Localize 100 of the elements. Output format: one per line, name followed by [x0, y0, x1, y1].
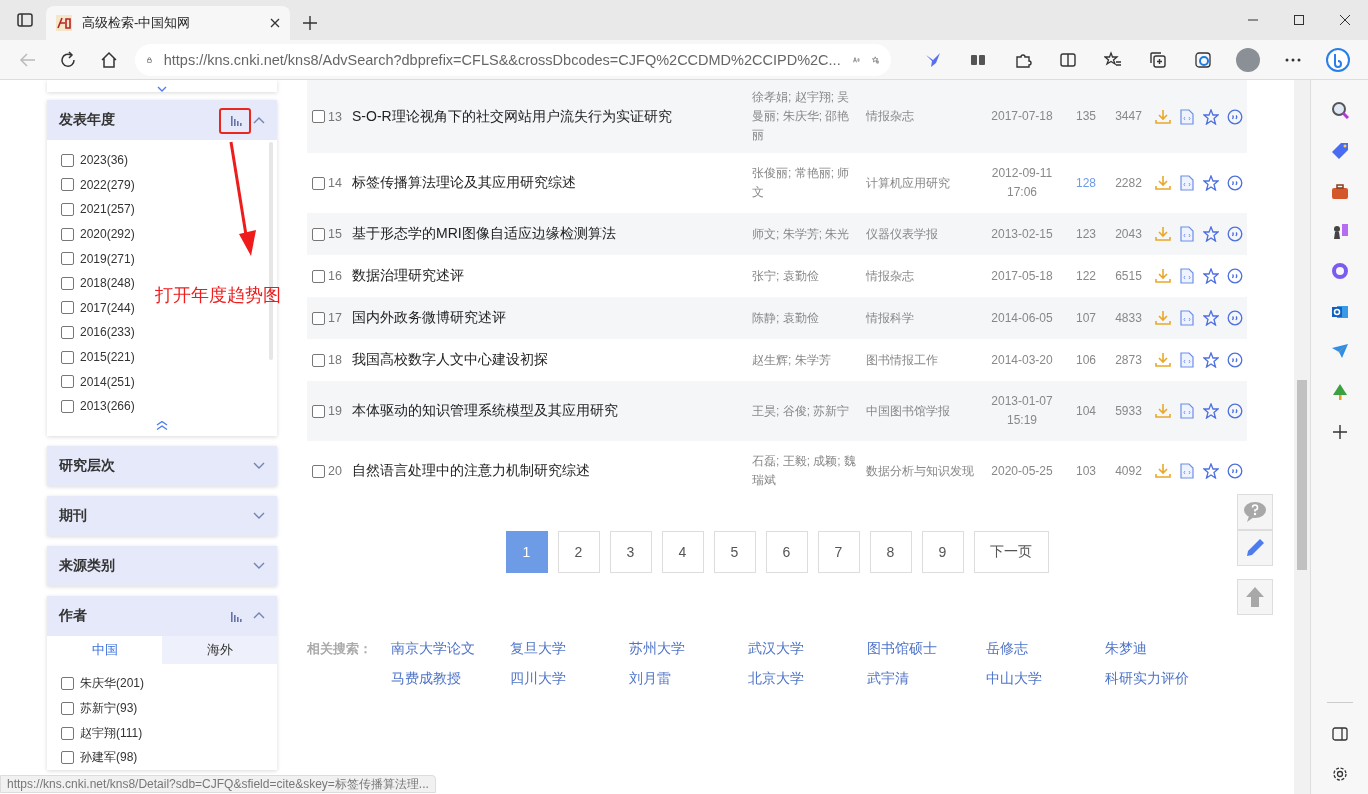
ring-logo-icon[interactable] [1330, 262, 1349, 281]
article-title-link[interactable]: 我国高校数字人文中心建设初探 [352, 351, 752, 369]
expand-icon[interactable] [253, 512, 265, 520]
checkbox[interactable] [312, 110, 325, 123]
settings-icon[interactable] [1331, 765, 1348, 782]
related-search-link[interactable]: 武宇清 [867, 670, 909, 688]
checkbox[interactable] [61, 375, 74, 389]
close-icon[interactable] [270, 18, 280, 28]
quote-icon[interactable] [1227, 310, 1243, 326]
checkbox[interactable] [61, 276, 74, 290]
maximize-icon[interactable] [1294, 15, 1304, 25]
search-icon[interactable] [1330, 101, 1349, 120]
filter-option[interactable]: 2020(292) [80, 227, 135, 242]
page-button[interactable]: 6 [765, 531, 808, 573]
page-button[interactable]: 4 [661, 531, 704, 573]
page-button[interactable]: 3 [609, 531, 652, 573]
related-search-link[interactable]: 朱梦迪 [1105, 640, 1147, 658]
checkbox[interactable] [312, 404, 325, 418]
filter-option[interactable]: 朱庆华(201) [80, 675, 144, 693]
briefcase-icon[interactable] [1330, 181, 1349, 200]
star-icon[interactable] [1203, 226, 1219, 242]
filter-option[interactable]: 孙建军(98) [80, 749, 138, 767]
checkbox[interactable] [61, 751, 74, 765]
article-title-link[interactable]: 数据治理研究述评 [352, 267, 752, 285]
checkbox[interactable] [61, 227, 74, 241]
article-title-link[interactable]: 国内外政务微博研究述评 [352, 309, 752, 327]
filter-option[interactable]: 2018(248) [80, 276, 135, 291]
html-document-icon[interactable] [1179, 268, 1195, 284]
filter-option[interactable]: 2014(251) [80, 374, 135, 389]
star-icon[interactable] [1203, 352, 1219, 368]
html-document-icon[interactable] [1179, 463, 1195, 479]
expand-icon[interactable] [253, 462, 265, 470]
filter-option[interactable]: 2016(233) [80, 325, 135, 340]
address-field[interactable]: https://kns.cnki.net/kns8/AdvSearch?dbprefix=CFLS&&crossDbcodes=CJFQ%2CCDMD%2CCIPD%2C... [135, 43, 891, 76]
star-icon[interactable] [1203, 463, 1219, 479]
checkbox[interactable] [312, 227, 325, 241]
edit-button[interactable] [1237, 530, 1273, 566]
filter-option[interactable]: 赵宇翔(111) [80, 724, 143, 742]
cited-count[interactable]: 106 [1066, 350, 1106, 370]
quote-icon[interactable] [1227, 352, 1243, 368]
html-document-icon[interactable] [1179, 226, 1195, 242]
page-button[interactable]: 5 [713, 531, 756, 573]
star-icon[interactable] [1203, 108, 1219, 125]
checkbox[interactable] [312, 353, 325, 367]
quote-icon[interactable] [1227, 403, 1243, 419]
expand-icon[interactable] [253, 562, 265, 570]
bar-chart-icon[interactable] [230, 609, 243, 622]
filter-option[interactable]: 2013(266) [80, 399, 135, 414]
filter-option[interactable]: 2017(244) [80, 300, 135, 315]
page-button[interactable]: 2 [557, 531, 600, 573]
related-search-link[interactable]: 刘月雷 [629, 670, 671, 688]
article-title-link[interactable]: 基于形态学的MRI图像自适应边缘检测算法 [352, 225, 752, 243]
checkbox[interactable] [61, 399, 74, 413]
checkbox[interactable] [312, 464, 325, 478]
related-search-link[interactable]: 科研实力评价 [1105, 670, 1189, 688]
filter-option[interactable]: 苏新宁(93) [80, 699, 138, 717]
add-icon[interactable] [1330, 423, 1349, 442]
tag-icon[interactable] [1330, 141, 1349, 160]
article-title-link[interactable]: 标签传播算法理论及其应用研究综述 [352, 174, 752, 192]
collapse-icon[interactable] [156, 420, 168, 430]
home-icon[interactable] [99, 50, 118, 69]
profile-avatar[interactable] [1236, 47, 1260, 72]
quote-icon[interactable] [1227, 463, 1243, 479]
new-tab-icon[interactable] [303, 16, 317, 30]
expand-icon[interactable] [157, 86, 167, 92]
collapse-icon[interactable] [253, 116, 265, 124]
html-document-icon[interactable] [1179, 403, 1195, 419]
bar-chart-icon[interactable] [230, 114, 243, 126]
collections-icon[interactable] [1149, 50, 1167, 69]
checkbox[interactable] [61, 178, 74, 192]
more-icon[interactable] [1285, 57, 1301, 62]
checkbox[interactable] [61, 203, 74, 216]
checkbox[interactable] [61, 701, 74, 715]
checkbox[interactable] [61, 153, 74, 167]
star-icon[interactable] [1203, 403, 1219, 419]
panel-tab[interactable]: 海外 [162, 635, 277, 664]
article-title-link[interactable]: 自然语言处理中的注意力机制研究综述 [352, 462, 752, 480]
cited-count[interactable]: 103 [1066, 461, 1106, 481]
scrollbar[interactable] [1294, 80, 1310, 794]
related-search-link[interactable]: 图书馆硕士 [867, 640, 937, 658]
quote-icon[interactable] [1227, 108, 1243, 125]
star-icon[interactable] [1203, 175, 1219, 191]
quote-icon[interactable] [1227, 226, 1243, 242]
article-title-link[interactable]: 本体驱动的知识管理系统模型及其应用研究 [352, 402, 752, 420]
filter-option[interactable]: 2021(257) [80, 202, 135, 217]
html-document-icon[interactable] [1179, 108, 1195, 125]
checkbox[interactable] [61, 677, 74, 691]
html-document-icon[interactable] [1179, 352, 1195, 368]
checkbox[interactable] [61, 325, 74, 339]
related-search-link[interactable]: 苏州大学 [629, 640, 685, 658]
next-page-button[interactable]: 下一页 [973, 531, 1049, 573]
checkbox[interactable] [61, 726, 74, 740]
html-document-icon[interactable] [1179, 310, 1195, 326]
page-button[interactable]: 8 [869, 531, 912, 573]
html-document-icon[interactable] [1179, 175, 1195, 191]
related-search-link[interactable]: 北京大学 [748, 670, 804, 688]
related-search-link[interactable]: 南京大学论文 [391, 640, 475, 658]
page-button[interactable]: 7 [817, 531, 860, 573]
checkbox[interactable] [61, 252, 74, 266]
page-button[interactable]: 9 [921, 531, 964, 573]
